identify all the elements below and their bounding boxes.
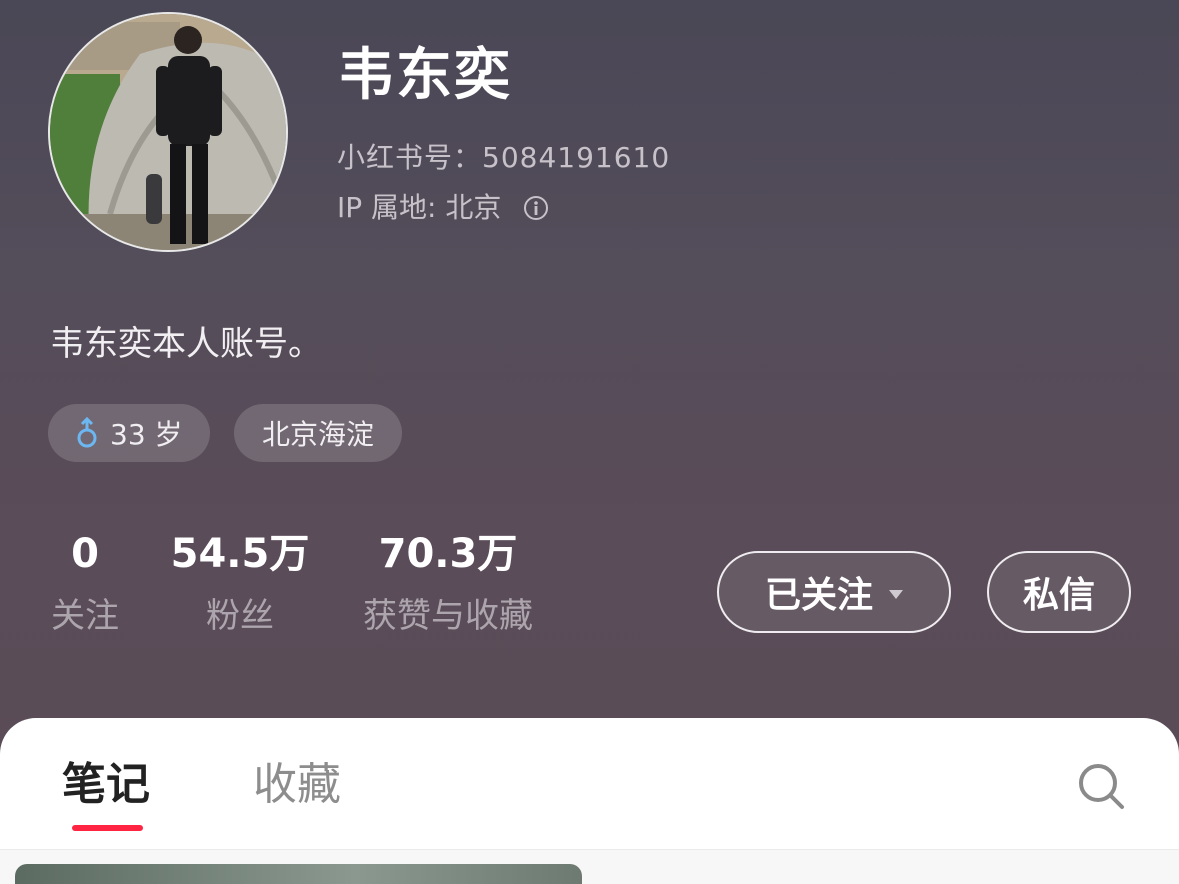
stat-following-label: 关注	[51, 596, 119, 636]
message-button-label: 私信	[1022, 575, 1095, 616]
stat-likes-label: 获赞与收藏	[363, 596, 533, 636]
search-icon[interactable]	[1076, 762, 1126, 810]
tab-collections[interactable]: 收藏	[253, 756, 341, 814]
follow-button[interactable]: 已关注	[717, 551, 951, 633]
age-tag-label: 33 岁	[110, 418, 183, 451]
age-tag: 33 岁	[48, 404, 210, 462]
profile-name: 韦东奕	[338, 43, 512, 108]
stat-followers-label: 粉丝	[206, 596, 274, 636]
ip-location-text: IP 属地: 北京	[337, 191, 502, 224]
tab-active-indicator	[72, 825, 143, 831]
tab-notes[interactable]: 笔记	[62, 756, 150, 814]
stat-likes-value: 70.3万	[378, 531, 518, 577]
location-tag: 北京海淀	[234, 404, 402, 462]
avatar[interactable]	[48, 12, 288, 252]
info-icon[interactable]	[523, 195, 549, 221]
follow-button-label: 已关注	[764, 575, 873, 616]
avatar-photo	[50, 14, 286, 250]
profile-id: 小红书号：5084191610	[337, 141, 671, 174]
stat-following-value: 0	[71, 531, 99, 577]
chevron-down-icon	[889, 589, 903, 599]
stat-followers[interactable]: 54.5万 粉丝	[165, 530, 315, 638]
ip-location: IP 属地: 北京	[337, 190, 549, 226]
location-tag-label: 北京海淀	[261, 418, 374, 451]
stat-followers-value: 54.5万	[170, 531, 310, 577]
stat-likes[interactable]: 70.3万 获赞与收藏	[356, 530, 540, 638]
note-thumbnail[interactable]	[15, 864, 582, 884]
message-button[interactable]: 私信	[987, 551, 1131, 633]
male-icon	[77, 416, 97, 448]
profile-bio: 韦东奕本人账号。	[50, 324, 322, 364]
stat-following[interactable]: 0 关注	[45, 530, 125, 638]
